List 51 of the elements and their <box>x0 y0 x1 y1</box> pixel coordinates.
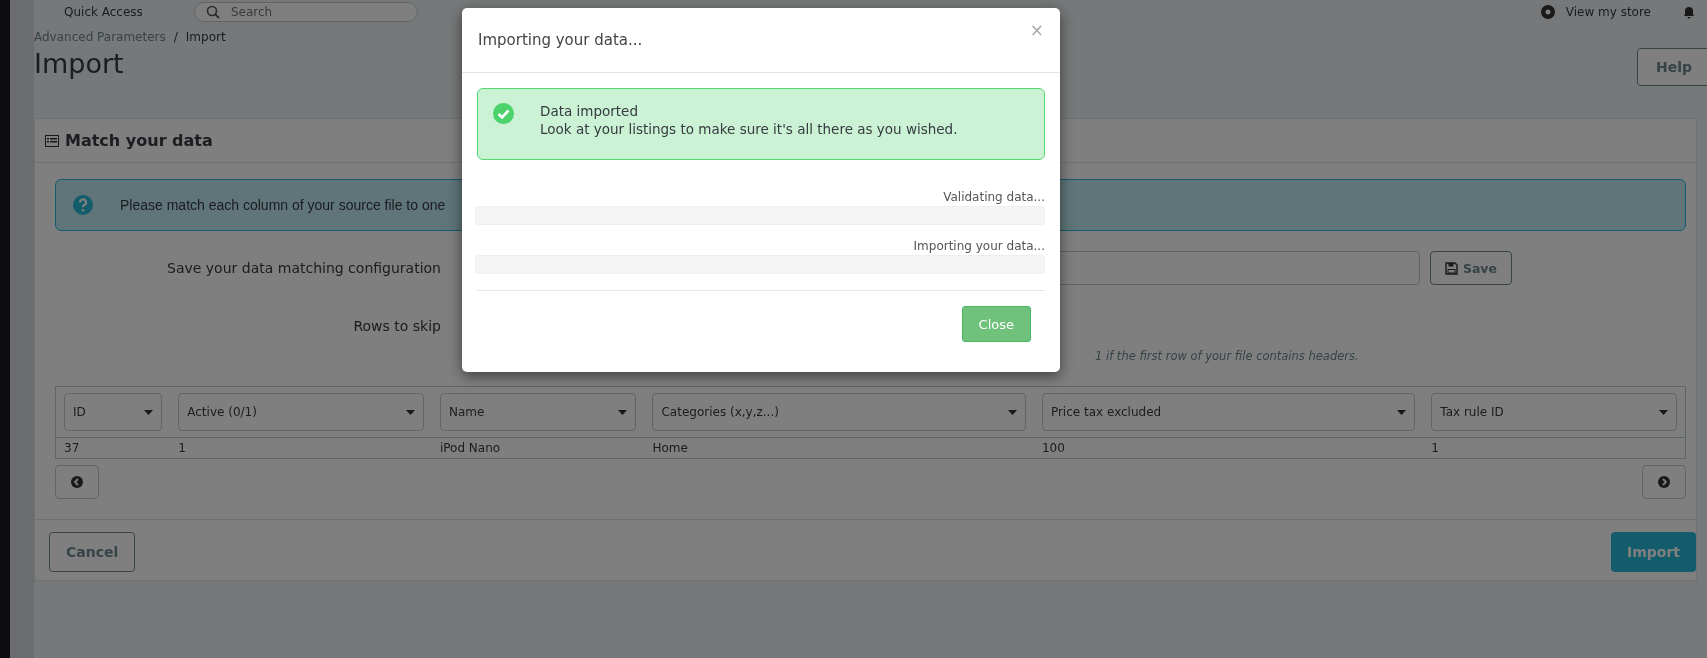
search-field[interactable]: Search <box>194 2 418 22</box>
caret-icon <box>1659 409 1668 415</box>
panel-title: Match your data <box>65 131 213 150</box>
column-select[interactable]: Active (0/1) <box>178 393 424 431</box>
next-button[interactable] <box>1642 465 1686 499</box>
chevron-right-icon <box>1658 476 1670 488</box>
progress-label: Importing your data... <box>913 239 1045 253</box>
column-select[interactable]: Name <box>439 393 637 431</box>
save-button[interactable]: Save <box>1429 251 1512 285</box>
column-select[interactable]: Categories (x,y,z...) <box>652 393 1026 431</box>
breadcrumb-link[interactable]: Advanced Parameters <box>34 30 166 44</box>
caret-icon <box>1397 409 1407 415</box>
table-cell: Home <box>652 441 688 455</box>
cancel-button[interactable]: Cancel <box>49 532 136 572</box>
info-text: Please match each column of your source file to one <box>120 197 446 213</box>
table-cell: 100 <box>1041 441 1065 455</box>
bell-icon[interactable] <box>1681 4 1697 20</box>
caret-icon <box>618 409 628 415</box>
help-button[interactable]: Help <box>1636 48 1707 86</box>
save-icon <box>1444 261 1458 275</box>
breadcrumb-current: Import <box>185 30 226 44</box>
eye-icon <box>1539 4 1556 20</box>
column-select[interactable]: ID <box>64 393 163 431</box>
view-store-link[interactable]: View my store <box>1565 5 1651 19</box>
table-cell: 37 <box>64 441 80 455</box>
check-circle-icon <box>493 103 514 124</box>
dialog-title: Importing your data... <box>478 31 643 49</box>
quick-access-link[interactable]: Quick Access <box>64 5 184 19</box>
alert-message: Look at your listings to make sure it's all there as you wished. <box>540 121 958 137</box>
caret-icon <box>1007 409 1017 415</box>
caret-icon <box>405 409 415 415</box>
chevron-left-icon <box>71 476 83 488</box>
field-label: Save your data matching configuration <box>166 260 441 276</box>
caret-icon <box>144 409 154 415</box>
help-icon <box>72 194 94 216</box>
table-cell: 1 <box>178 441 186 455</box>
column-select[interactable]: Tax rule ID <box>1431 393 1677 431</box>
close-button[interactable]: Close <box>961 306 1031 342</box>
progress-label: Validating data... <box>943 190 1045 204</box>
list-icon <box>45 134 59 147</box>
column-select[interactable]: Price tax excluded <box>1041 393 1416 431</box>
page-title: Import <box>34 48 124 79</box>
table-cell: iPod Nano <box>439 441 501 455</box>
search-icon <box>206 5 220 19</box>
alert-title: Data imported <box>540 103 639 119</box>
table-cell: 1 <box>1431 441 1439 455</box>
previous-button[interactable] <box>55 465 99 499</box>
breadcrumb-separator: / <box>173 30 178 44</box>
help-text: 1 if the first row of your file contains headers. <box>1095 349 1359 363</box>
field-label: Rows to skip <box>352 318 441 334</box>
close-button[interactable]: × <box>1025 20 1048 40</box>
